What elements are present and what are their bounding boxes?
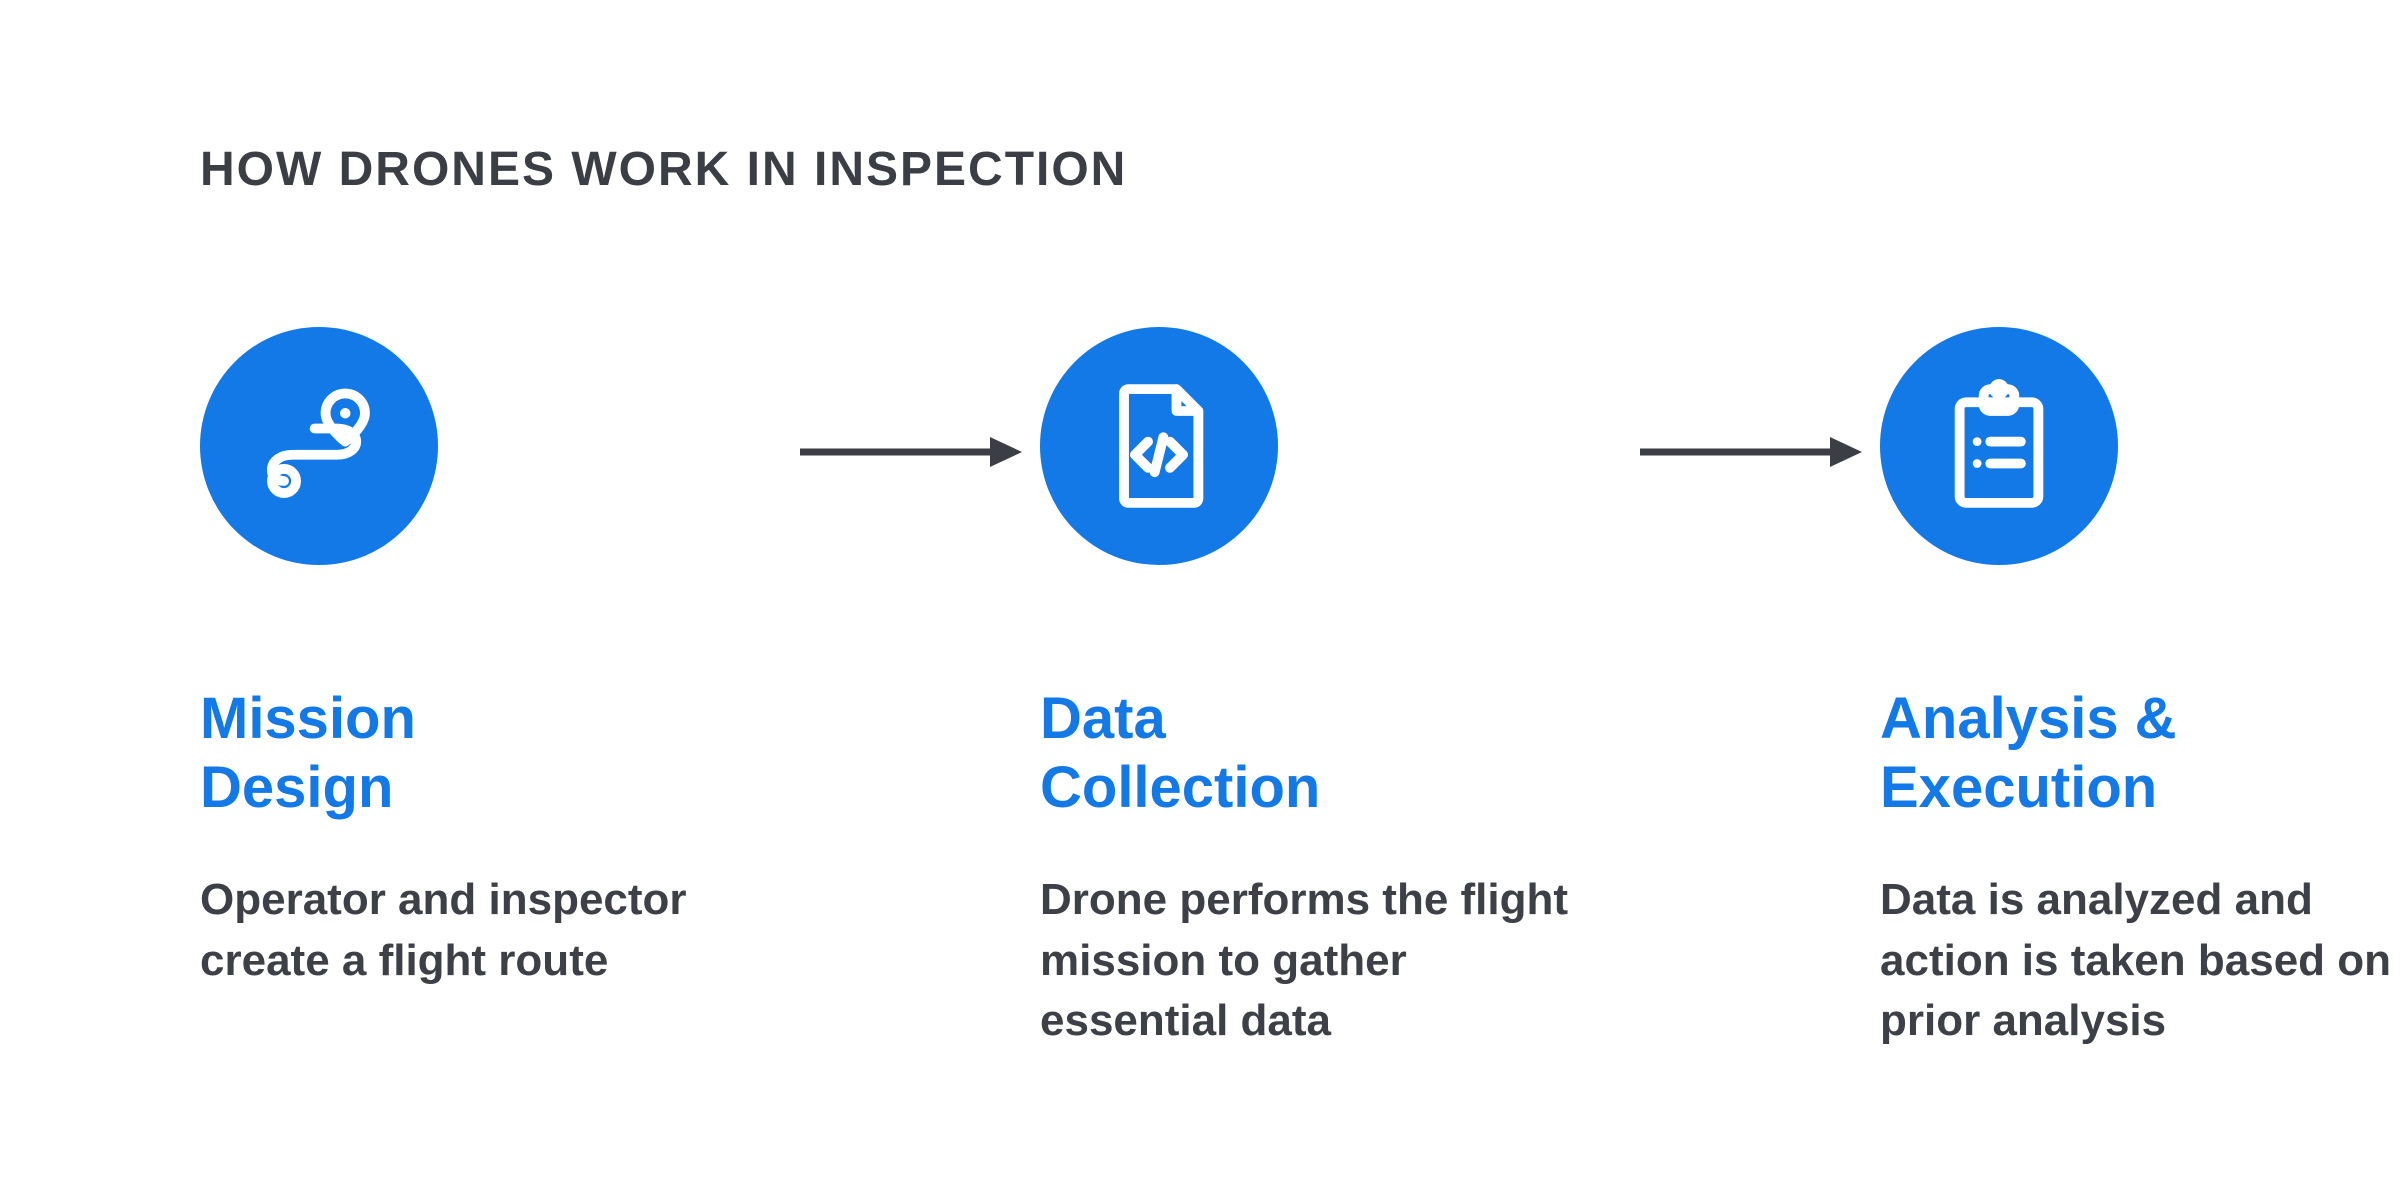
step-data-collection: Data Collection Drone performs the fligh… <box>1040 327 1620 1052</box>
arrow-icon <box>1620 327 1880 477</box>
step-analysis-execution: Analysis & Execution Data is analyzed an… <box>1880 327 2400 1052</box>
step-title: Mission Design <box>200 685 780 822</box>
code-file-icon <box>1040 327 1278 565</box>
step-description: Drone performs the flight mission to gat… <box>1040 870 1580 1052</box>
route-icon <box>200 327 438 565</box>
step-description: Data is analyzed and action is taken bas… <box>1880 870 2400 1052</box>
clipboard-list-icon <box>1880 327 2118 565</box>
process-flow: Mission Design Operator and inspector cr… <box>200 327 2220 1052</box>
step-mission-design: Mission Design Operator and inspector cr… <box>200 327 780 991</box>
step-title: Analysis & Execution <box>1880 685 2400 822</box>
diagram-heading: HOW DRONES WORK IN INSPECTION <box>200 142 2220 197</box>
arrow-icon <box>780 327 1040 477</box>
step-description: Operator and inspector create a flight r… <box>200 870 740 991</box>
step-title: Data Collection <box>1040 685 1620 822</box>
